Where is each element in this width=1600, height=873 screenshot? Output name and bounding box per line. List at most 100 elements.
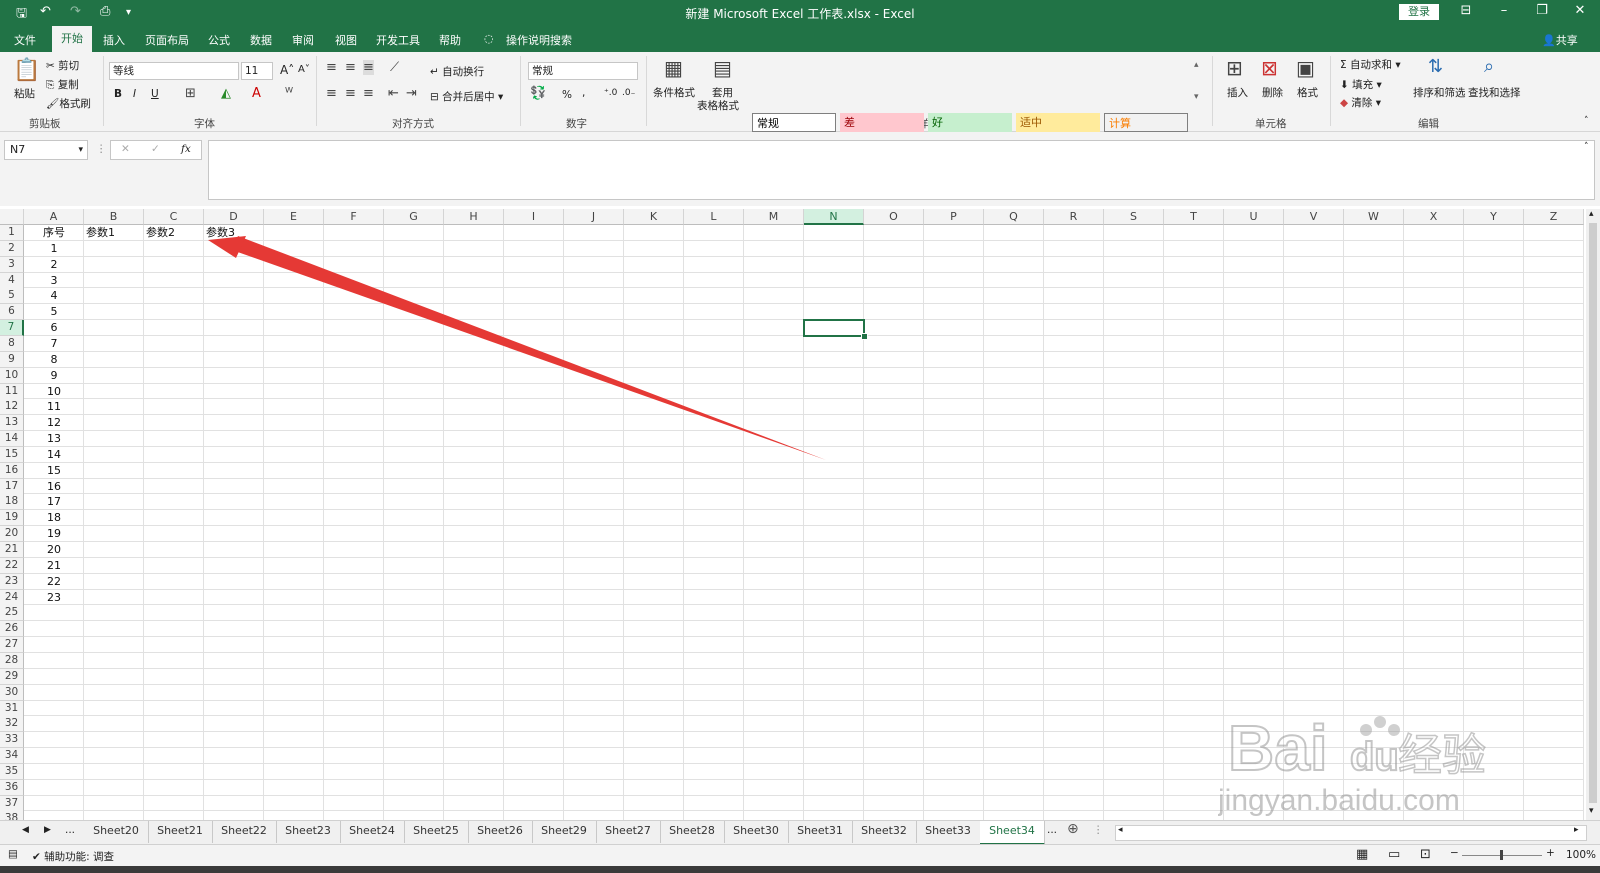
column-header[interactable]: Q	[984, 209, 1044, 225]
page-layout-view-icon[interactable]: ▭	[1388, 847, 1400, 862]
tab-splitter-icon[interactable]: ⋮	[1093, 824, 1104, 836]
cancel-icon[interactable]: ✕	[121, 143, 130, 155]
gallery-up-icon[interactable]: ▴	[1194, 60, 1199, 70]
enter-icon[interactable]: ✓	[151, 143, 160, 155]
conditional-format-button[interactable]: 条件格式	[653, 85, 695, 100]
sheet-tab[interactable]: Sheet23	[276, 821, 341, 843]
tab-developer[interactable]: 开发工具	[376, 32, 420, 48]
row-header[interactable]: 21	[0, 542, 24, 558]
zoom-out-icon[interactable]: −	[1450, 847, 1459, 859]
sheet-tab[interactable]: Sheet25	[404, 821, 469, 843]
sheet-tab[interactable]: Sheet21	[148, 821, 213, 843]
tab-home[interactable]: 开始	[52, 26, 92, 52]
sheet-tab[interactable]: Sheet32	[852, 821, 917, 843]
serial-cell[interactable]: 20	[24, 542, 84, 558]
grow-font-icon[interactable]: A˄	[280, 63, 294, 77]
row-header[interactable]: 35	[0, 763, 24, 780]
tab-data[interactable]: 数据	[250, 32, 272, 48]
vertical-scrollbar[interactable]: ▴ ▾	[1586, 209, 1600, 820]
serial-cell[interactable]: 8	[24, 352, 84, 368]
column-header[interactable]: X	[1404, 209, 1464, 225]
normal-view-icon[interactable]: ▦	[1356, 847, 1368, 862]
row-header[interactable]: 3	[0, 256, 24, 273]
serial-cell[interactable]: 7	[24, 336, 84, 352]
row-header[interactable]: 18	[0, 494, 24, 511]
serial-cell[interactable]: 13	[24, 431, 84, 447]
serial-cell[interactable]: 10	[24, 384, 84, 400]
row-header[interactable]: 37	[0, 795, 24, 812]
decrease-decimal-icon[interactable]: .0₋	[622, 88, 635, 98]
accessibility-status[interactable]: ✔ 辅助功能: 调查	[32, 849, 114, 864]
scroll-thumb[interactable]	[1589, 223, 1597, 803]
sheet-tab[interactable]: Sheet27	[596, 821, 661, 843]
column-header[interactable]: T	[1164, 209, 1224, 225]
header-cell[interactable]: 序号	[24, 225, 84, 241]
serial-cell[interactable]: 17	[24, 494, 84, 510]
tell-me-search[interactable]: 操作说明搜索	[506, 32, 572, 48]
column-header[interactable]: N	[804, 209, 864, 225]
column-header[interactable]: Z	[1524, 209, 1584, 225]
serial-cell[interactable]: 12	[24, 415, 84, 431]
orientation-icon[interactable]: ⟋	[390, 60, 399, 75]
format-painter-button[interactable]: 🖌格式刷	[46, 96, 91, 111]
column-header[interactable]: G	[384, 209, 444, 225]
serial-cell[interactable]: 5	[24, 304, 84, 320]
column-header[interactable]: D	[204, 209, 264, 225]
comma-button[interactable]: ,	[582, 87, 585, 99]
serial-cell[interactable]: 16	[24, 479, 84, 495]
tab-help[interactable]: 帮助	[439, 32, 461, 48]
macro-record-icon[interactable]: ▤	[8, 848, 18, 860]
row-header[interactable]: 28	[0, 652, 24, 669]
serial-cell[interactable]: 11	[24, 399, 84, 415]
row-header[interactable]: 5	[0, 288, 24, 305]
fill-handle[interactable]	[861, 332, 868, 340]
serial-cell[interactable]: 23	[24, 590, 84, 606]
serial-cell[interactable]: 22	[24, 574, 84, 590]
format-table-icon[interactable]: ▤	[713, 56, 732, 80]
header-cell[interactable]: 参数3	[206, 225, 235, 241]
serial-cell[interactable]: 3	[24, 273, 84, 289]
scroll-up-icon[interactable]: ▴	[1589, 209, 1594, 219]
row-header[interactable]: 33	[0, 732, 24, 749]
borders-icon[interactable]: ⊞	[185, 86, 196, 101]
sheet-tab[interactable]: Sheet24	[340, 821, 405, 843]
column-header[interactable]: R	[1044, 209, 1104, 225]
header-cell[interactable]: 参数1	[86, 225, 115, 241]
collapse-ribbon-icon[interactable]: ˄	[1584, 116, 1589, 126]
row-header[interactable]: 9	[0, 351, 24, 368]
sheet-tab[interactable]: Sheet33	[916, 821, 981, 843]
sort-filter-button[interactable]: 排序和筛选	[1413, 85, 1466, 100]
tab-view[interactable]: 视图	[335, 32, 357, 48]
column-header[interactable]: B	[84, 209, 144, 225]
column-header[interactable]: E	[264, 209, 324, 225]
copy-button[interactable]: ⎘ 复制	[46, 77, 79, 92]
row-header[interactable]: 12	[0, 399, 24, 416]
column-header[interactable]: K	[624, 209, 684, 225]
serial-cell[interactable]: 14	[24, 447, 84, 463]
column-header[interactable]: C	[144, 209, 204, 225]
increase-indent-icon[interactable]: ⇥	[406, 86, 417, 101]
align-middle-icon[interactable]: ≡	[345, 60, 356, 75]
decrease-indent-icon[interactable]: ⇤	[388, 86, 399, 101]
align-bottom-icon[interactable]: ≡	[363, 60, 374, 75]
selected-cell[interactable]	[803, 319, 865, 337]
row-header[interactable]: 32	[0, 716, 24, 733]
header-cell[interactable]: 参数2	[146, 225, 175, 241]
more-sheets-left[interactable]: ...	[65, 824, 75, 836]
row-header[interactable]: 36	[0, 779, 24, 796]
name-box[interactable]: N7 ▾	[4, 140, 88, 160]
serial-cell[interactable]: 15	[24, 463, 84, 479]
column-header[interactable]: L	[684, 209, 744, 225]
sort-filter-icon[interactable]: ⇅	[1428, 56, 1443, 77]
more-sheets-right[interactable]: ...	[1047, 824, 1057, 836]
sheet-tab[interactable]: Sheet22	[212, 821, 277, 843]
align-left-icon[interactable]: ≡	[326, 86, 337, 101]
column-header[interactable]: F	[324, 209, 384, 225]
row-header[interactable]: 4	[0, 272, 24, 289]
shrink-font-icon[interactable]: A˅	[298, 64, 310, 75]
sheet-tab[interactable]: Sheet26	[468, 821, 533, 843]
login-button[interactable]: 登录	[1399, 4, 1439, 20]
row-header[interactable]: 7	[0, 320, 24, 337]
serial-cell[interactable]: 21	[24, 558, 84, 574]
row-header[interactable]: 13	[0, 415, 24, 432]
